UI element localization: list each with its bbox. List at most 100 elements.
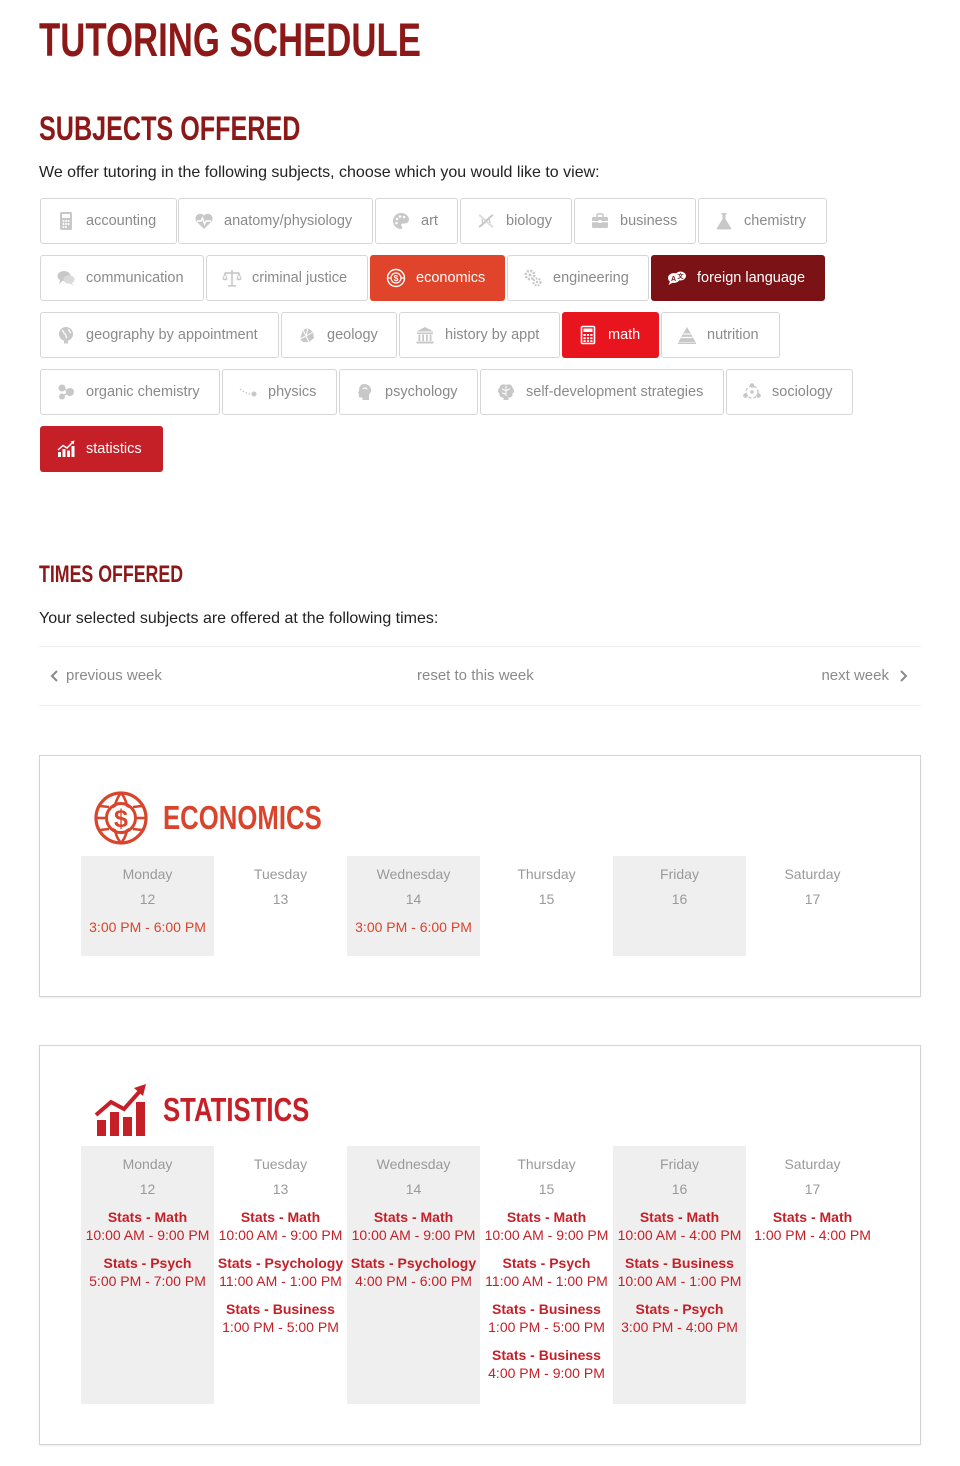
- slot-time: 10:00 AM - 9:00 PM: [484, 1227, 609, 1243]
- time-slot[interactable]: Stats - Psych 11:00 AM - 1:00 PM: [480, 1254, 613, 1290]
- time-slot[interactable]: Stats - Psych 5:00 PM - 7:00 PM: [81, 1254, 214, 1290]
- previous-week-label: previous week: [66, 667, 162, 684]
- subject-button-communication[interactable]: communication: [40, 255, 204, 301]
- slot-name: Stats - Psych: [502, 1255, 591, 1271]
- time-slot[interactable]: Stats - Math 10:00 AM - 9:00 PM: [347, 1208, 480, 1244]
- subject-label: statistics: [86, 441, 142, 457]
- subject-button-economics[interactable]: $ economics: [370, 255, 505, 301]
- molecule-icon: [55, 381, 77, 403]
- slot-name: Stats - Math: [506, 1209, 587, 1225]
- slot-name: Stats - Business: [492, 1347, 601, 1363]
- subject-button-sociology[interactable]: sociology: [726, 369, 853, 415]
- day-name: Saturday: [784, 866, 841, 882]
- time-slot[interactable]: Stats - Business 1:00 PM - 5:00 PM: [480, 1300, 613, 1336]
- previous-week-link[interactable]: previous week: [49, 667, 162, 684]
- slot-time: 4:00 PM - 9:00 PM: [488, 1365, 605, 1381]
- subject-button-biology[interactable]: biology: [460, 198, 572, 244]
- slot-name: Stats - Psychology: [350, 1255, 477, 1271]
- slot-time: 10:00 AM - 9:00 PM: [85, 1227, 210, 1243]
- day-name: Tuesday: [253, 866, 308, 882]
- subject-label: history by appt: [445, 327, 540, 343]
- subject-button-self-development-strategies[interactable]: self-development strategies: [480, 369, 724, 415]
- subject-button-statistics[interactable]: statistics: [40, 426, 163, 472]
- slot-time: 4:00 PM - 6:00 PM: [355, 1273, 472, 1289]
- subject-button-chemistry[interactable]: chemistry: [698, 198, 827, 244]
- subject-button-psychology[interactable]: psychology: [339, 369, 478, 415]
- subject-button-engineering[interactable]: engineering: [507, 255, 649, 301]
- time-slot[interactable]: Stats - Business 4:00 PM - 9:00 PM: [480, 1346, 613, 1382]
- palette-icon: [390, 210, 412, 232]
- time-slot[interactable]: Stats - Math 10:00 AM - 9:00 PM: [480, 1208, 613, 1244]
- day-name: Thursday: [517, 1156, 576, 1172]
- subject-label: engineering: [553, 270, 629, 286]
- time-slot[interactable]: Stats - Psychology 4:00 PM - 6:00 PM: [347, 1254, 480, 1290]
- subject-button-physics[interactable]: physics: [222, 369, 337, 415]
- globe-dollar-icon: $: [385, 267, 407, 289]
- subject-button-organic-chemistry[interactable]: organic chemistry: [40, 369, 220, 415]
- globe-icon: [55, 324, 77, 346]
- week-navigation: previous week reset to this week next we…: [39, 646, 921, 706]
- subject-button-art[interactable]: art: [375, 198, 458, 244]
- next-week-link[interactable]: next week: [821, 667, 909, 684]
- day-name: Monday: [122, 1156, 173, 1172]
- svg-text:$: $: [394, 273, 399, 283]
- slot-name: Stats - Math: [373, 1209, 454, 1225]
- day-number: 13: [272, 891, 289, 907]
- subject-button-criminal-justice[interactable]: criminal justice: [206, 255, 368, 301]
- subject-button-geography-by-appointment[interactable]: geography by appointment: [40, 312, 279, 358]
- time-slot[interactable]: Stats - Math 10:00 AM - 4:00 PM: [613, 1208, 746, 1244]
- subject-button-business[interactable]: business: [574, 198, 696, 244]
- slot-time: 3:00 PM - 4:00 PM: [621, 1319, 738, 1335]
- chevron-right-icon: [897, 669, 909, 683]
- slot-name: Stats - Math: [240, 1209, 321, 1225]
- day-column: Tuesday 13 Stats - Math 10:00 AM - 9:00 P…: [214, 1146, 347, 1404]
- day-column: Monday 12 3:00 PM - 6:00 PM: [81, 856, 214, 956]
- subject-button-geology[interactable]: geology: [281, 312, 397, 358]
- subject-button-anatomy-physiology[interactable]: anatomy/physiology: [178, 198, 373, 244]
- subject-button-foreign-language[interactable]: A文 foreign language: [651, 255, 825, 301]
- time-slot[interactable]: Stats - Business 10:00 AM - 1:00 PM: [613, 1254, 746, 1290]
- slot-time: 10:00 AM - 4:00 PM: [617, 1227, 742, 1243]
- day-name: Saturday: [784, 1156, 841, 1172]
- subject-label: economics: [416, 270, 486, 286]
- subject-button-history-by-appt[interactable]: history by appt: [399, 312, 560, 358]
- subject-label: business: [620, 213, 678, 229]
- brain-icon: [495, 381, 517, 403]
- slot-time: 10:00 AM - 9:00 PM: [351, 1227, 476, 1243]
- subject-label: communication: [86, 270, 184, 286]
- day-number: 16: [671, 891, 688, 907]
- subject-label: psychology: [385, 384, 458, 400]
- time-slot[interactable]: Stats - Math 10:00 AM - 9:00 PM: [214, 1208, 347, 1244]
- day-number: 13: [272, 1181, 289, 1197]
- day-name: Wednesday: [376, 1156, 451, 1172]
- svg-text:文: 文: [676, 273, 684, 281]
- time-slot[interactable]: Stats - Math 1:00 PM - 4:00 PM: [746, 1208, 879, 1244]
- slot-name: Stats - Math: [639, 1209, 720, 1225]
- subject-label: anatomy/physiology: [224, 213, 353, 229]
- slot-time: 1:00 PM - 5:00 PM: [222, 1319, 339, 1335]
- reset-week-link[interactable]: reset to this week: [417, 667, 534, 684]
- subject-button-nutrition[interactable]: nutrition: [661, 312, 780, 358]
- time-slot[interactable]: Stats - Psychology 11:00 AM - 1:00 PM: [214, 1254, 347, 1290]
- subject-label: biology: [506, 213, 552, 229]
- time-slot[interactable]: Stats - Business 1:00 PM - 5:00 PM: [214, 1300, 347, 1336]
- day-number: 12: [139, 891, 156, 907]
- day-column: Wednesday 14 3:00 PM - 6:00 PM: [347, 856, 480, 956]
- economics-schedule-card: $ ECONOMICS Monday 12 3:00 PM - 6:00 PM …: [39, 755, 921, 997]
- time-slot[interactable]: 3:00 PM - 6:00 PM: [81, 918, 214, 936]
- slot-time: 3:00 PM - 6:00 PM: [355, 919, 472, 935]
- statistics-schedule-card: STATISTICS Monday 12 Stats - Math 10:00 A…: [39, 1045, 921, 1445]
- times-intro: Your selected subjects are offered at th…: [39, 610, 439, 627]
- time-slot[interactable]: Stats - Psych 3:00 PM - 4:00 PM: [613, 1300, 746, 1336]
- times-section-title: TIMES OFFERED: [39, 561, 184, 588]
- rock-icon: [296, 324, 318, 346]
- subject-button-math[interactable]: math: [562, 312, 659, 358]
- day-column: Monday 12 Stats - Math 10:00 AM - 9:00 PM…: [81, 1146, 214, 1404]
- subject-label: foreign language: [697, 270, 806, 286]
- day-number: 15: [538, 1181, 555, 1197]
- time-slot[interactable]: 3:00 PM - 6:00 PM: [347, 918, 480, 936]
- subject-button-accounting[interactable]: accounting: [40, 198, 177, 244]
- day-number: 16: [671, 1181, 688, 1197]
- day-number: 15: [538, 891, 555, 907]
- time-slot[interactable]: Stats - Math 10:00 AM - 9:00 PM: [81, 1208, 214, 1244]
